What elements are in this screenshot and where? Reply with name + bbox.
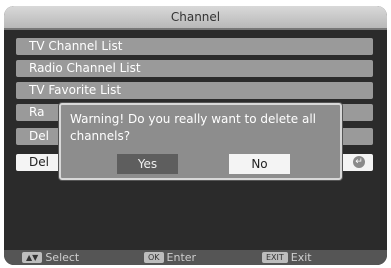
menu-item-label: Del [29,155,49,169]
exit-key-icon: EXIT [262,252,288,263]
up-down-key-icon: ▲▼ [22,252,43,263]
hint-enter: OK Enter [144,250,196,265]
confirm-dialog: Warning! Do you really want to delete al… [59,103,342,180]
page-title: Channel [4,6,387,30]
menu-item-label: Radio Channel List [29,61,141,75]
footer-hint-bar: ▲▼ Select OK Enter EXIT Exit [4,250,387,265]
menu-item-label: Del [29,129,49,143]
menu-item-tv-channel-list[interactable]: TV Channel List [16,38,373,55]
hint-exit-label: Exit [290,251,312,264]
hint-select-label: Select [45,251,80,264]
hint-select: ▲▼ Select [22,250,79,265]
tv-screen: Channel TV Channel List Radio Channel Li… [4,6,387,265]
no-button[interactable]: No [229,154,290,174]
yes-button[interactable]: Yes [117,154,178,174]
menu-item-label: TV Favorite List [29,83,122,97]
dialog-message: Warning! Do you really want to delete al… [70,112,317,143]
hint-enter-label: Enter [166,251,197,264]
ok-key-icon: OK [144,252,164,263]
menu-item-label: TV Channel List [29,39,123,53]
menu-item-tv-favorite-list[interactable]: TV Favorite List [16,82,373,99]
hint-exit: EXIT Exit [262,250,312,265]
menu-item-radio-channel-list[interactable]: Radio Channel List [16,60,373,77]
enter-icon: ↵ [353,156,365,168]
menu-item-label: Ra [29,105,45,119]
